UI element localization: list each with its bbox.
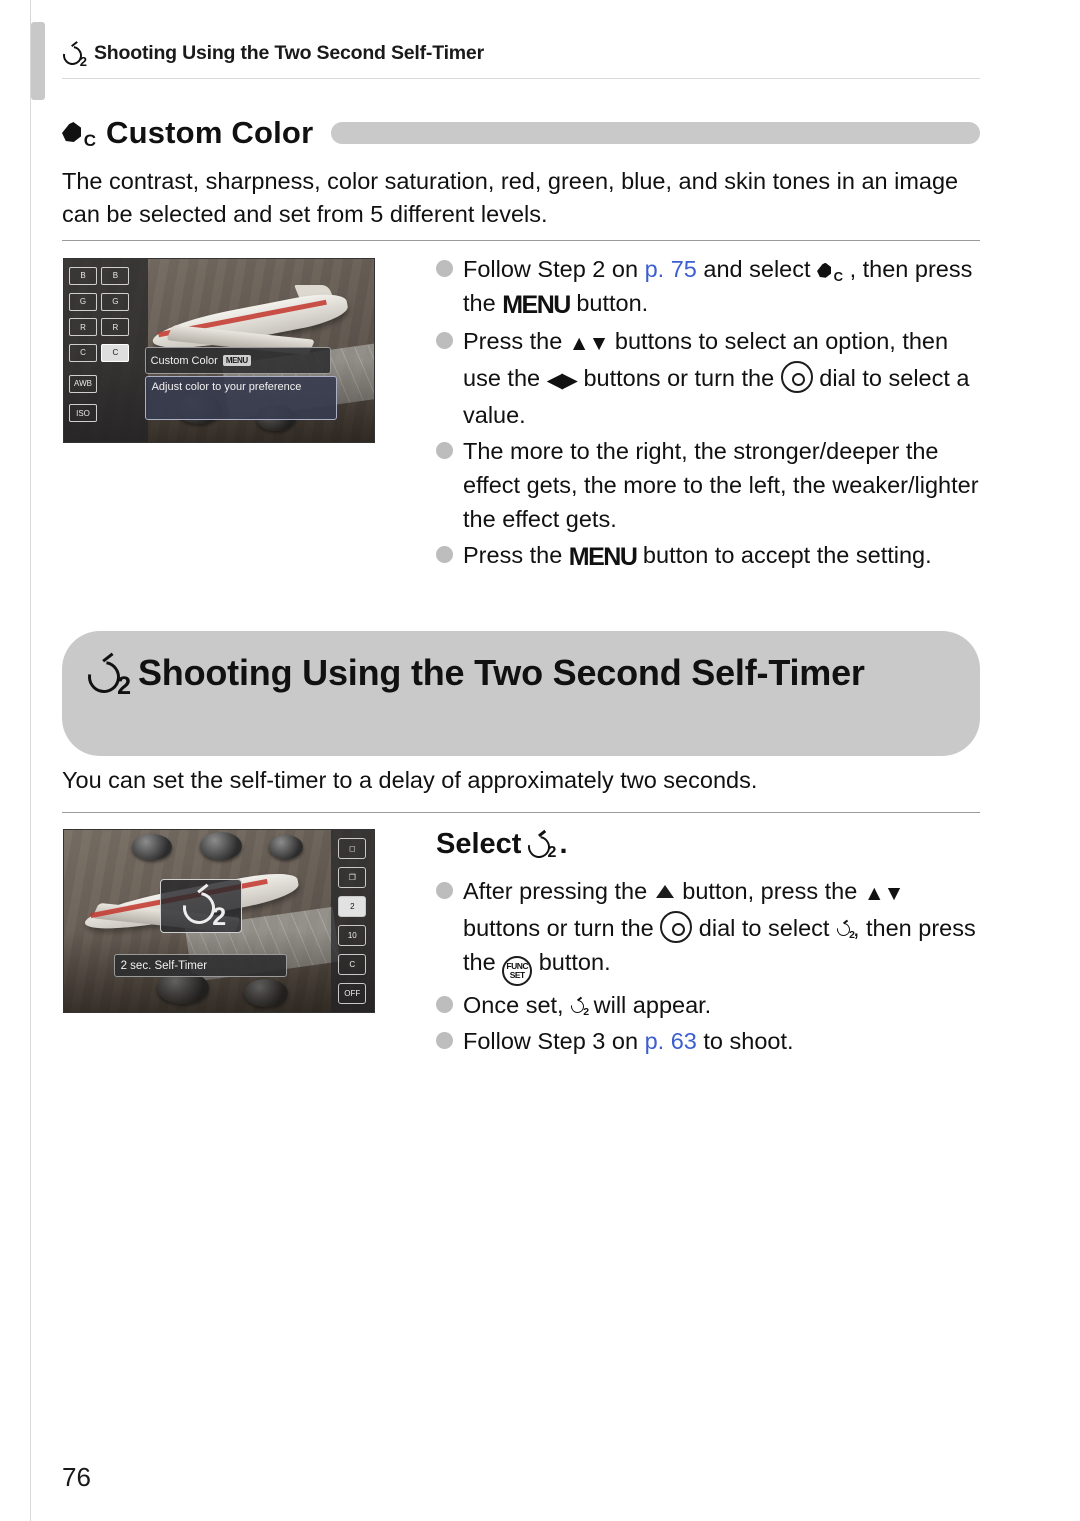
bullet-dot xyxy=(436,260,453,277)
list-item: Follow Step 3 on p. 63 to shoot. xyxy=(436,1024,984,1058)
select-heading: Select 2 . xyxy=(436,828,568,862)
self-timer-2sec-icon: 2 xyxy=(176,883,226,931)
step-text: Follow Step 2 on p. 75 and select C , th… xyxy=(463,256,973,319)
drive-mode-continuous: ❐ xyxy=(338,867,367,888)
self-timer-2sec-icon: 2 xyxy=(568,996,589,1017)
bullet-dot xyxy=(436,1032,453,1049)
list-item: Press the MENU button to accept the sett… xyxy=(436,538,984,574)
section-title: Custom Color xyxy=(106,115,314,150)
drive-mode-off: OFF xyxy=(338,983,367,1004)
select-label: Select xyxy=(436,828,522,860)
step-text: Press the MENU button to accept the sett… xyxy=(463,542,932,571)
self-timer-2sec-icon: 2 xyxy=(81,652,131,700)
page-ref-63[interactable]: p. 63 xyxy=(645,1028,697,1054)
drive-mode-single: ◻ xyxy=(338,838,367,859)
step-text: Once set, 2 will appear. xyxy=(463,992,712,1018)
menu-item-custom-color: Custom Color MENU xyxy=(144,346,332,375)
chip-b-right: B xyxy=(101,266,130,285)
section-heading-band xyxy=(331,122,980,144)
list-item: The more to the right, the stronger/deep… xyxy=(436,434,984,536)
up-down-arrows-icon: ▲▼ xyxy=(863,882,905,905)
bullet-dot xyxy=(436,996,453,1013)
left-right-arrows-icon: ◀▶ xyxy=(546,369,578,392)
menu-item-label: Custom Color xyxy=(150,354,218,367)
self-timer-steps: After pressing the button, press the ▲▼ … xyxy=(436,874,984,1060)
chip-c-left: C xyxy=(69,343,98,362)
page-ref-75[interactable]: p. 75 xyxy=(645,256,697,282)
bullet-dot xyxy=(436,442,453,459)
chip-c-selected: C xyxy=(101,343,130,362)
step-text: After pressing the button, press the ▲▼ … xyxy=(463,874,984,986)
up-button-icon xyxy=(654,881,676,903)
chapter-title: Shooting Using the Two Second Self-Timer xyxy=(138,652,865,693)
control-dial-icon xyxy=(660,911,693,943)
menu-row-g: G G xyxy=(69,290,143,313)
bullet-dot xyxy=(436,546,453,563)
knob-2 xyxy=(200,831,243,860)
drive-mode-timer-custom: C xyxy=(338,954,367,975)
section-heading-custom-color: C Custom Color xyxy=(62,110,980,156)
up-down-arrows-icon: ▲▼ xyxy=(568,332,610,355)
menu-row-b: B B xyxy=(69,264,143,287)
camera-screen-custom-color: B B G G R R C C AWB ISO Custom Color MEN… xyxy=(63,258,375,443)
knob-1 xyxy=(132,833,173,860)
chip-r-left: R xyxy=(69,318,98,337)
menu-button-icon: MENU xyxy=(502,291,571,319)
custom-color-intro: The contrast, sharpness, color saturatio… xyxy=(62,168,959,227)
camera-menu-column: B B G G R R C C AWB ISO xyxy=(64,259,148,442)
menu-badge: MENU xyxy=(222,355,251,367)
list-item: Follow Step 2 on p. 75 and select C , th… xyxy=(436,252,984,322)
bullet-dot xyxy=(436,882,453,899)
knob-3 xyxy=(268,835,303,860)
list-item: Once set, 2 will appear. xyxy=(436,988,984,1022)
drive-mode-timer-10sec: 10 xyxy=(338,925,367,946)
page-edge-bar xyxy=(0,0,31,1521)
step-text: Follow Step 3 on p. 63 to shoot. xyxy=(463,1028,794,1054)
chip-iso: ISO xyxy=(69,404,98,423)
menu-button-icon: MENU xyxy=(568,543,638,571)
chapter-heading-self-timer: 2 Shooting Using the Two Second Self-Tim… xyxy=(62,631,980,756)
menu-row-c: C C xyxy=(69,341,143,364)
divider-rule-2 xyxy=(62,812,980,813)
step-text: Press the ▲▼ buttons to select an option… xyxy=(463,328,970,428)
custom-color-icon: C xyxy=(817,260,843,283)
drive-mode-timer-2sec: 2 xyxy=(338,896,367,917)
control-dial-icon xyxy=(780,361,813,393)
self-timer-2sec-icon: 2 xyxy=(59,40,87,69)
divider-rule-1 xyxy=(62,240,980,241)
step-text: The more to the right, the stronger/deep… xyxy=(463,438,979,532)
chip-g-right: G xyxy=(101,292,130,311)
running-header-label: Shooting Using the Two Second Self-Timer xyxy=(94,42,484,64)
drive-mode-column: ◻ ❐ 2 10 C OFF xyxy=(330,830,374,1012)
menu-row-iso: ISO xyxy=(69,402,143,425)
menu-tooltip: Adjust color to your preference xyxy=(144,376,337,421)
menu-row-r: R R xyxy=(69,316,143,339)
chip-g-left: G xyxy=(69,292,98,311)
bullet-dot xyxy=(436,332,453,349)
select-period: . xyxy=(559,828,568,860)
menu-row-awb: AWB xyxy=(69,372,143,395)
running-header: 2 Shooting Using the Two Second Self-Tim… xyxy=(59,40,982,69)
self-timer-mode-label: 2 sec. Self-Timer xyxy=(113,953,288,978)
chip-r-right: R xyxy=(101,318,130,337)
self-timer-2sec-icon: 2 xyxy=(524,829,556,862)
self-timer-2sec-icon-large: 2 xyxy=(160,879,243,934)
camera-screen-self-timer: 2 2 sec. Self-Timer ◻ ❐ 2 10 C OFF xyxy=(63,829,375,1013)
list-item: After pressing the button, press the ▲▼ … xyxy=(436,874,984,986)
func-set-button-icon: FUNC SET xyxy=(502,956,533,986)
custom-color-steps: Follow Step 2 on p. 75 and select C , th… xyxy=(436,252,984,576)
self-timer-subtext: You can set the self-timer to a delay of… xyxy=(62,767,758,793)
chapter-tab-marker xyxy=(31,22,45,100)
chip-b-left: B xyxy=(69,266,98,285)
custom-color-icon: C xyxy=(62,118,96,149)
self-timer-2sec-icon: 2 xyxy=(834,919,855,940)
chip-awb: AWB xyxy=(69,374,98,393)
list-item: Press the ▲▼ buttons to select an option… xyxy=(436,324,984,432)
page-number: 76 xyxy=(62,1462,91,1492)
running-header-rule xyxy=(62,78,980,79)
